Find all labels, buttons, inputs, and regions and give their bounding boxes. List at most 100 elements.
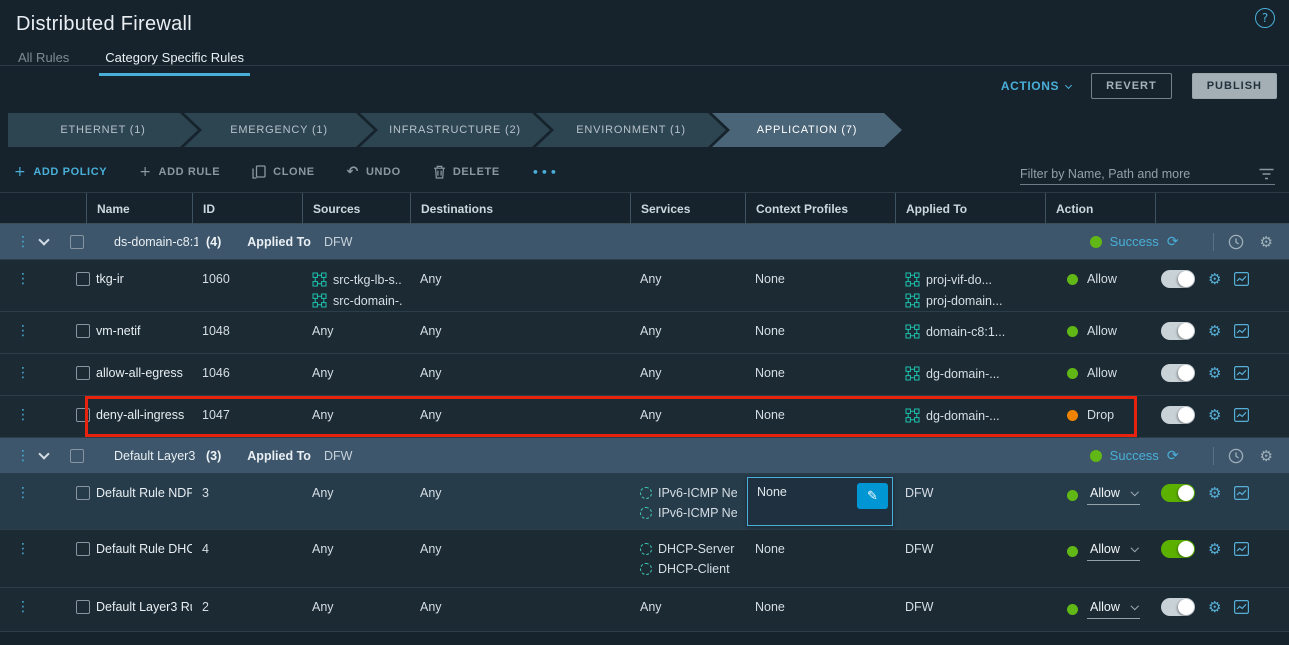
sources-value[interactable]: Any <box>302 312 410 342</box>
filter-input[interactable] <box>1020 167 1258 181</box>
chart-icon[interactable] <box>1234 542 1249 556</box>
column-context-profiles[interactable]: Context Profiles <box>745 193 895 225</box>
more-actions-button[interactable]: ••• <box>532 166 559 179</box>
services-value[interactable]: Any <box>630 312 745 342</box>
row-menu-icon[interactable]: ⋮ <box>16 366 30 380</box>
action-value[interactable]: Allow <box>1087 272 1117 286</box>
rule-enabled-toggle[interactable] <box>1161 406 1195 424</box>
rule-name[interactable]: Default Rule NDP <box>96 486 192 500</box>
column-name[interactable]: Name <box>86 193 192 225</box>
rule-enabled-toggle[interactable] <box>1161 598 1195 616</box>
destinations-value[interactable]: Any <box>410 530 630 560</box>
services-value[interactable]: Any <box>630 354 745 384</box>
policy-status[interactable]: Success <box>1110 448 1159 463</box>
action-dropdown[interactable]: Allow <box>1087 486 1140 505</box>
column-destinations[interactable]: Destinations <box>410 193 630 225</box>
services-value[interactable]: Any <box>630 260 745 290</box>
context-profiles-value[interactable]: None <box>745 312 895 342</box>
rule-name[interactable]: tkg-ir <box>96 272 124 286</box>
actions-menu-button[interactable]: ACTIONS <box>1001 79 1071 93</box>
revert-button[interactable]: REVERT <box>1091 73 1172 99</box>
sources-value[interactable]: Any <box>302 530 410 560</box>
policy-checkbox[interactable] <box>70 235 84 249</box>
context-profiles-value[interactable]: None <box>745 396 895 426</box>
row-menu-icon[interactable]: ⋮ <box>16 542 30 556</box>
category-tab-infrastructure[interactable]: INFRASTRUCTURE (2) <box>360 113 550 147</box>
clock-icon[interactable] <box>1228 234 1244 250</box>
refresh-icon[interactable]: ⟳ <box>1167 234 1179 250</box>
gear-icon[interactable]: ⚙ <box>1260 233 1273 251</box>
help-icon[interactable]: ? <box>1255 8 1275 28</box>
service-item[interactable]: DHCP-Server <box>640 542 737 556</box>
source-group[interactable]: src-domain-... <box>312 293 402 308</box>
destinations-value[interactable]: Any <box>410 396 630 426</box>
row-menu-icon[interactable]: ⋮ <box>16 408 30 422</box>
rule-enabled-toggle[interactable] <box>1161 484 1195 502</box>
applied-to-value[interactable]: DFW <box>895 588 1045 618</box>
chart-icon[interactable] <box>1234 324 1249 338</box>
applied-to-group[interactable]: proj-domain... <box>905 293 1037 308</box>
action-value[interactable]: Allow <box>1087 366 1117 380</box>
gear-icon[interactable]: ⚙ <box>1208 408 1221 423</box>
rule-enabled-toggle[interactable] <box>1161 364 1195 382</box>
destinations-value[interactable]: Any <box>410 312 630 342</box>
applied-to-group[interactable]: dg-domain-... <box>905 366 1037 381</box>
policy-status[interactable]: Success <box>1110 234 1159 249</box>
action-value[interactable]: Drop <box>1087 408 1114 422</box>
sources-value[interactable]: Any <box>302 354 410 384</box>
applied-to-group[interactable]: dg-domain-... <box>905 408 1037 423</box>
row-menu-icon[interactable]: ⋮ <box>16 486 30 500</box>
category-tab-emergency[interactable]: EMERGENCY (1) <box>184 113 374 147</box>
applied-to-group[interactable]: proj-vif-do... <box>905 272 1037 287</box>
undo-button[interactable]: ↶ UNDO <box>347 164 401 180</box>
policy-menu-icon[interactable]: ⋮ <box>16 235 30 249</box>
policy-name[interactable]: Default Layer3 Se... <box>114 449 198 463</box>
source-group[interactable]: src-tkg-lb-s... <box>312 272 402 287</box>
context-profiles-value[interactable]: None <box>745 530 895 560</box>
publish-button[interactable]: PUBLISH <box>1192 73 1277 99</box>
chart-icon[interactable] <box>1234 366 1249 380</box>
context-profiles-value[interactable]: None <box>745 354 895 384</box>
rule-name[interactable]: Default Rule DHCP <box>96 542 192 556</box>
gear-icon[interactable]: ⚙ <box>1208 542 1221 557</box>
action-dropdown[interactable]: Allow <box>1087 542 1140 561</box>
category-tab-application[interactable]: APPLICATION (7) <box>712 113 902 147</box>
gear-icon[interactable]: ⚙ <box>1260 447 1273 465</box>
column-action[interactable]: Action <box>1045 193 1155 225</box>
row-menu-icon[interactable]: ⋮ <box>16 324 30 338</box>
rule-enabled-toggle[interactable] <box>1161 270 1195 288</box>
applied-to-value[interactable]: DFW <box>895 474 1045 504</box>
context-profile-editor[interactable]: None ✎ <box>747 477 893 526</box>
rule-enabled-toggle[interactable] <box>1161 540 1195 558</box>
service-item[interactable]: DHCP-Client <box>640 562 737 576</box>
gear-icon[interactable]: ⚙ <box>1208 366 1221 381</box>
sources-value[interactable]: Any <box>302 396 410 426</box>
sources-value[interactable]: Any <box>302 474 410 504</box>
policy-checkbox[interactable] <box>70 449 84 463</box>
destinations-value[interactable]: Any <box>410 474 630 504</box>
gear-icon[interactable]: ⚙ <box>1208 272 1221 287</box>
tab-all-rules[interactable]: All Rules <box>16 46 71 76</box>
rule-enabled-toggle[interactable] <box>1161 322 1195 340</box>
rule-name[interactable]: deny-all-ingress <box>96 408 184 422</box>
row-menu-icon[interactable]: ⋮ <box>16 600 30 614</box>
chart-icon[interactable] <box>1234 272 1249 286</box>
chevron-down-icon[interactable] <box>38 234 49 245</box>
policy-menu-icon[interactable]: ⋮ <box>16 449 30 463</box>
chart-icon[interactable] <box>1234 600 1249 614</box>
destinations-value[interactable]: Any <box>410 354 630 384</box>
rule-name[interactable]: vm-netif <box>96 324 140 338</box>
tab-category-specific-rules[interactable]: Category Specific Rules <box>99 46 250 76</box>
sources-value[interactable]: Any <box>302 588 410 618</box>
applied-to-value[interactable]: DFW <box>895 530 1045 560</box>
destinations-value[interactable]: Any <box>410 260 630 290</box>
column-applied-to[interactable]: Applied To <box>895 193 1045 225</box>
category-tab-environment[interactable]: ENVIRONMENT (1) <box>536 113 726 147</box>
gear-icon[interactable]: ⚙ <box>1208 486 1221 501</box>
row-menu-icon[interactable]: ⋮ <box>16 272 30 286</box>
rule-name[interactable]: allow-all-egress <box>96 366 183 380</box>
applied-to-group[interactable]: domain-c8:1... <box>905 324 1037 339</box>
chevron-down-icon[interactable] <box>38 448 49 459</box>
services-value[interactable]: Any <box>630 588 745 618</box>
action-value[interactable]: Allow <box>1087 324 1117 338</box>
